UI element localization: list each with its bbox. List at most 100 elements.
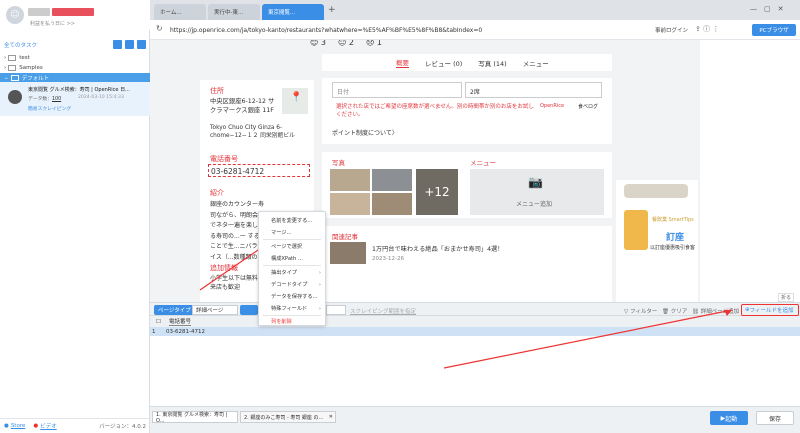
people-select[interactable]: 2席 [465,82,602,98]
task-item[interactable]: 東京閲覧 グルメ検索：寿司 | OpenRice 日... データ数：100 2… [0,82,150,116]
menu-extract-type[interactable]: 抽出タイプ › [259,267,325,278]
menu-xpath[interactable]: 構成XPath ... [259,253,325,264]
bottom-tab-2[interactable]: 2. 銀座のみこ寿司 - 寿司 銀座 の... ✕ [240,411,336,423]
checkbox-icon[interactable]: ☐ [156,319,161,325]
photo-more-tile[interactable]: +12 [416,169,458,215]
bottom-tab-1[interactable]: 1. 東京閲覧 グルメ検索：寿司 | O... [152,411,238,424]
menu-divider [263,265,321,266]
new-folder-icon[interactable] [125,39,134,49]
menu-label: データを保存する... [271,294,318,300]
ad-sub1: 訂座 [666,233,685,243]
user-plan-redacted [52,8,94,16]
menu-select-in-page[interactable]: ページで選択 [259,241,325,252]
ad-phone-image [624,210,648,250]
pre-login-button[interactable]: 事前ログイン [655,26,688,34]
window-controls[interactable]: — ▢ ✕ [750,4,783,14]
menu-divider [263,239,321,240]
run-button[interactable]: ▶ 起動 [710,411,748,425]
menu-label: 名前を変更する... [271,218,313,224]
point-link[interactable]: ポイント制度について〉 [332,128,398,137]
article-link[interactable]: 1万円台で味わえる絶品「おまかせ寿司」4選！ [372,244,503,253]
pc-browser-button[interactable]: PCブラウザ [752,24,796,36]
nav-reviews[interactable]: レビュー (0) [425,58,462,68]
nav-overview[interactable]: 概要 [396,57,409,68]
save-button[interactable]: 保存 [756,411,794,425]
ad-banner[interactable]: 餐飲業 SmartTips 訂座 以訂座優惠吸引食客 [616,180,698,302]
tab-running[interactable]: 実行中-東... [208,4,260,20]
browser-tab-strip: ホーム... 実行中-東... 東京閲覧... + — ▢ ✕ [150,0,800,20]
new-task-icon[interactable] [113,39,122,49]
column-header-phone[interactable]: 電話番号 [168,317,191,326]
page-type-button[interactable]: ページタイプ [154,305,195,315]
folder-test[interactable]: › test [0,53,150,63]
menu-merge[interactable]: マージ... [259,227,325,238]
menu-label: 抽出タイプ [271,270,297,276]
bottom-tab-2-label: 2. 銀座のみこ寿司 - 寿司 銀座 の... [244,414,324,421]
nav-photos[interactable]: 写真 (14) [478,58,506,68]
emoji-counts: 😊 3 😐 2 😞 1 [310,40,382,47]
photo-thumb[interactable] [372,193,412,215]
count-bad: 1 [376,40,382,47]
add-field-button[interactable]: ⊕ フィールドを追加 [741,304,799,316]
detail-page-select[interactable]: 詳細ページ [192,305,238,315]
video-link[interactable]: ビデオ [40,422,57,430]
photo-thumb[interactable] [372,169,412,191]
menu-label: ページで選択 [271,244,303,250]
menu-delete-column[interactable]: 列を削除 [259,316,325,327]
close-icon[interactable]: ✕ [329,414,333,420]
url-field[interactable]: https://jp.openrice.com/ja/tokyo-kanto/r… [170,24,640,36]
chevron-right-icon: › [318,281,321,288]
toolbar-icons[interactable]: ⇪ ⓘ ⋮ [695,24,719,34]
menu-rename[interactable]: 名前を変更する... [259,215,325,226]
tab-home[interactable]: ホーム... [154,4,206,20]
scrape-range-link[interactable]: スクレイピング範囲を指定 [350,307,416,315]
task-data-label: データ数： [28,97,52,102]
detail-nav: 概要 レビュー (0) 写真 (14) メニュー [322,54,612,71]
phone-number[interactable]: 03-6281-4712 [208,164,310,177]
menu-decode-type[interactable]: デコードタイプ › [259,279,325,290]
context-menu: 名前を変更する... マージ... ページで選択 構成XPath ... 抽出タ… [258,211,326,326]
address-en: Tokyo Chuo City Ginza 6-chome−12−１２ 同栄別館… [210,125,295,139]
user-name-redacted [28,8,50,16]
tab-label: ホーム... [160,10,182,16]
menu-add-label: メニュー追加 [516,201,553,208]
all-tasks-row[interactable]: 全てのタスク [0,39,150,50]
app-logo-icon: ☺ [6,6,24,24]
field-select[interactable] [326,305,346,315]
address-title: 住所 [210,87,224,95]
folder-label: デフォルト [21,76,50,82]
openrice-logo: OpenRice [540,103,565,109]
fold-button[interactable]: 折る [778,293,795,302]
menu-save-data[interactable]: データを保存する... [259,291,325,302]
ad-title: 餐飲業 SmartTips [652,217,694,223]
menu-add-tile[interactable]: 📷 メニュー追加 [470,169,604,215]
map-thumbnail[interactable]: 📍 [282,88,308,114]
menu-label: マージ... [271,230,292,236]
nav-menu[interactable]: メニュー [523,58,549,68]
menu-label: 構成XPath ... [271,256,303,262]
menu-label: 列を削除 [271,319,292,325]
video-icon: ● [33,423,39,429]
menu-special-field[interactable]: 特殊フィールド › [259,303,325,314]
sidebar-subtitle[interactable]: 利益を払う日に >> [30,20,75,27]
second-type-button[interactable] [240,305,258,315]
import-icon[interactable] [137,39,146,49]
new-tab-icon[interactable]: + [328,5,336,15]
reload-icon[interactable]: ↻ [156,24,163,33]
run-label: 起動 [725,415,738,423]
folder-label: Samples [19,65,43,71]
task-title: 東京閲覧 グルメ検索：寿司 | OpenRice 日... [28,87,130,93]
tabelog-logo: 食べログ [578,104,599,110]
row-number: 1 [152,328,156,335]
task-tag: 簡易スクレイピング [28,107,72,112]
store-link[interactable]: Store [11,423,26,429]
article-thumb[interactable] [330,242,366,264]
tab-label: 実行中-東... [214,10,244,16]
photo-thumb[interactable] [330,169,370,191]
date-input[interactable]: 日付 [332,82,462,98]
photo-thumb[interactable] [330,193,370,215]
count-ok: 2 [348,40,354,47]
folder-samples[interactable]: › Samples [0,63,150,73]
tab-current[interactable]: 東京閲覧... [262,4,324,20]
task-data-count[interactable]: 100 [52,97,61,102]
